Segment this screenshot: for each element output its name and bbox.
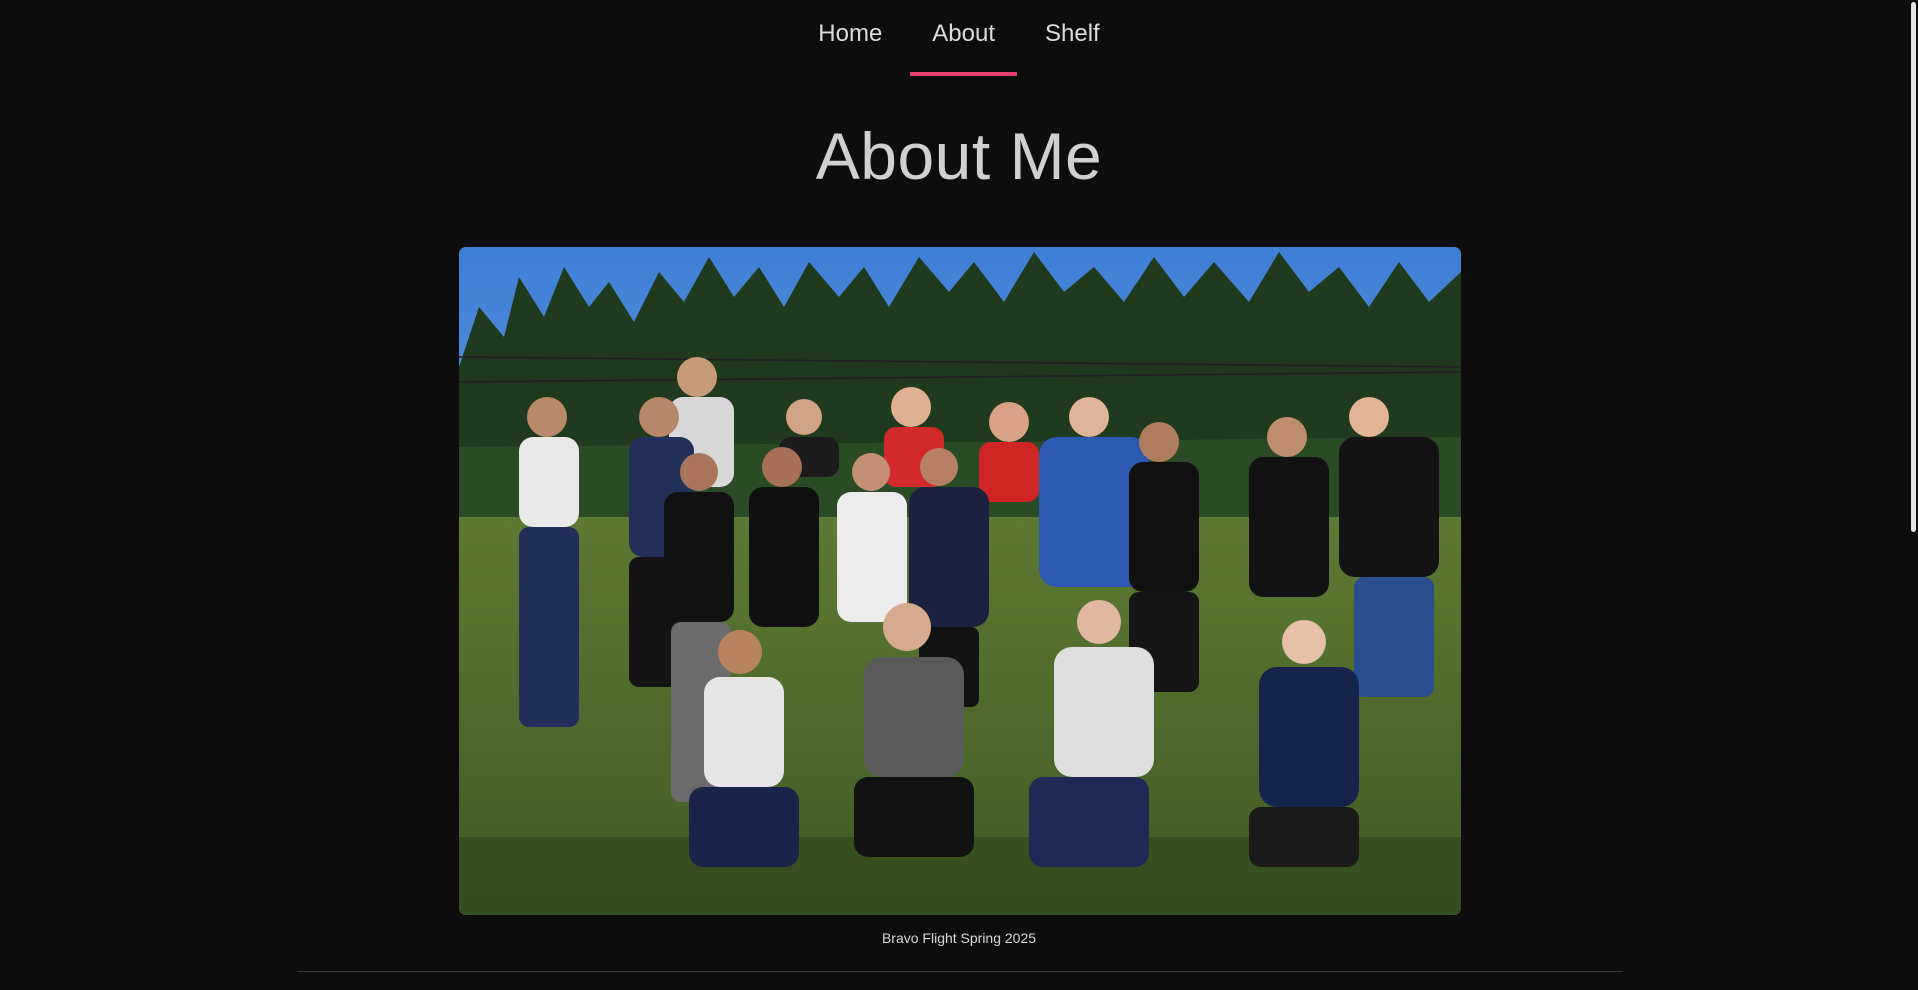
section-divider — [297, 971, 1623, 972]
nav-link-about[interactable]: About — [910, 0, 1018, 78]
photo-caption: Bravo Flight Spring 2025 — [881, 930, 1037, 946]
nav-link-shelf[interactable]: Shelf — [1045, 0, 1100, 78]
active-tab-indicator — [910, 72, 1018, 76]
page-title: About Me — [815, 119, 1103, 193]
vertical-scrollbar[interactable] — [1908, 0, 1918, 990]
scrollbar-thumb[interactable] — [1911, 2, 1916, 532]
nav-link-about-label: About — [932, 20, 996, 47]
top-navigation: Home About Shelf — [0, 0, 1918, 78]
group-photo — [459, 247, 1461, 915]
nav-link-home[interactable]: Home — [818, 0, 882, 78]
